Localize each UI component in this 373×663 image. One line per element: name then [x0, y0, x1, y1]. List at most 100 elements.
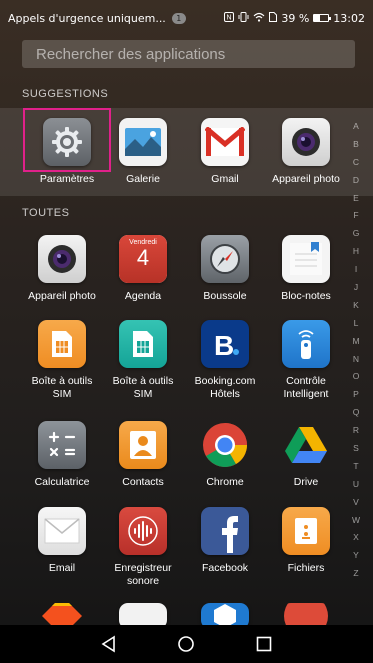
app-calculatrice[interactable]: Calculatrice — [22, 421, 102, 489]
alphabet-letter[interactable]: X — [353, 529, 359, 547]
app-galerie[interactable]: Galerie — [103, 118, 183, 186]
app-label: Agenda — [124, 290, 162, 302]
alphabet-letter[interactable]: V — [353, 494, 359, 512]
calendar-day-number: 4 — [136, 245, 150, 270]
alphabet-letter[interactable]: Q — [353, 404, 360, 422]
app-agenda[interactable]: Vendredi 4 Agenda — [103, 235, 183, 303]
app-label: Booking.com Hôtels — [194, 375, 256, 400]
alphabet-letter[interactable]: J — [354, 279, 358, 297]
app-label: Facebook — [201, 562, 249, 574]
section-label-all: TOUTES — [22, 207, 70, 219]
app-drive[interactable]: Drive — [266, 421, 346, 489]
alphabet-letter[interactable]: P — [353, 386, 359, 404]
booking-icon: B — [201, 320, 249, 368]
recents-icon[interactable] — [252, 632, 276, 656]
navigation-bar — [0, 625, 373, 663]
clock: 13:02 — [333, 11, 365, 25]
app-label: Appareil photo — [28, 290, 96, 302]
compass-icon — [201, 235, 249, 283]
app-controle-intelligent[interactable]: Contrôle Intelligent — [266, 320, 346, 401]
gallery-icon — [119, 118, 167, 166]
search-input[interactable]: Rechercher des applications — [22, 40, 355, 68]
alphabet-letter[interactable]: T — [353, 458, 358, 476]
app-label: Contacts — [122, 476, 164, 488]
calculator-icon — [38, 421, 86, 469]
facebook-icon — [201, 507, 249, 555]
search-placeholder: Rechercher des applications — [36, 45, 226, 63]
app-label: Galerie — [126, 173, 160, 185]
notepad-icon — [282, 235, 330, 283]
app-label: Appareil photo — [272, 173, 340, 185]
app-fichiers[interactable]: Fichiers — [266, 507, 346, 575]
app-boite-outils-sim-2[interactable]: Boîte à outils SIM — [103, 320, 183, 401]
app-bloc-notes[interactable]: Bloc-notes — [266, 235, 346, 303]
app-label: Boîte à outils SIM — [112, 375, 174, 400]
remote-icon — [282, 320, 330, 368]
app-label: Calculatrice — [34, 476, 90, 488]
sim-toolkit-icon — [119, 320, 167, 368]
app-facebook[interactable]: Facebook — [185, 507, 265, 575]
app-enregistreur-sonore[interactable]: Enregistreur sonore — [103, 507, 183, 588]
alphabet-letter[interactable]: N — [353, 351, 359, 369]
camera-icon — [282, 118, 330, 166]
svg-text:B: B — [214, 330, 234, 361]
home-icon[interactable] — [174, 632, 198, 656]
recorder-icon — [119, 507, 167, 555]
app-label: Contrôle Intelligent — [283, 375, 329, 400]
nfc-icon: N — [224, 11, 235, 25]
app-label: Boussole — [203, 290, 247, 302]
app-appareil-photo[interactable]: Appareil photo — [22, 235, 102, 303]
battery-icon — [313, 14, 332, 22]
alphabet-letter[interactable]: I — [355, 261, 357, 279]
alphabet-letter[interactable]: U — [353, 476, 359, 494]
alphabet-letter[interactable]: A — [353, 118, 359, 136]
wifi-icon — [253, 12, 265, 25]
chrome-icon — [201, 421, 249, 469]
status-bar: Appels d'urgence uniquem... 1 N 39 % 13:… — [0, 0, 373, 36]
app-gmail[interactable]: Gmail — [185, 118, 265, 186]
alphabet-letter[interactable]: G — [353, 225, 360, 243]
alphabet-letter[interactable]: C — [353, 154, 359, 172]
email-icon — [38, 507, 86, 555]
alphabet-letter[interactable]: K — [353, 297, 359, 315]
app-label: Enregistreur sonore — [114, 562, 172, 587]
app-label: Email — [48, 562, 76, 574]
app-booking[interactable]: B Booking.com Hôtels — [185, 320, 265, 401]
alphabet-letter[interactable]: E — [353, 190, 359, 208]
drive-icon — [282, 421, 330, 469]
camera-icon — [38, 235, 86, 283]
sim-toolkit-icon — [38, 320, 86, 368]
app-label: Bloc-notes — [281, 290, 331, 302]
files-icon — [282, 507, 330, 555]
alphabet-letter[interactable]: H — [353, 243, 359, 261]
sim-icon — [269, 11, 278, 25]
alphabet-letter[interactable]: M — [352, 333, 359, 351]
app-email[interactable]: Email — [22, 507, 102, 575]
app-contacts[interactable]: Contacts — [103, 421, 183, 489]
alphabet-letter[interactable]: R — [353, 422, 359, 440]
selection-highlight — [23, 108, 111, 172]
battery-percentage: 39 % — [281, 11, 310, 25]
calendar-icon: Vendredi 4 — [119, 235, 167, 283]
app-chrome[interactable]: Chrome — [185, 421, 265, 489]
app-label: Boîte à outils SIM — [31, 375, 93, 400]
alphabet-letter[interactable]: O — [353, 368, 360, 386]
alphabet-letter[interactable]: Z — [353, 565, 358, 583]
app-label: Fichiers — [287, 562, 325, 574]
alphabet-letter[interactable]: B — [353, 136, 359, 154]
alphabet-letter[interactable]: F — [353, 207, 358, 225]
app-boussole[interactable]: Boussole — [185, 235, 265, 303]
back-icon[interactable] — [97, 632, 121, 656]
vibrate-icon — [238, 11, 249, 25]
app-label: Drive — [293, 476, 319, 488]
svg-text:N: N — [227, 14, 232, 21]
app-appareil-photo-suggest[interactable]: Appareil photo — [266, 118, 346, 186]
alphabet-letter[interactable]: S — [353, 440, 359, 458]
alphabet-letter[interactable]: D — [353, 172, 359, 190]
app-label: Chrome — [206, 476, 244, 488]
alphabet-index[interactable]: ABCDEFGHIJKLMNOPQRSTUVWXYZ — [350, 118, 362, 583]
alphabet-letter[interactable]: Y — [353, 547, 359, 565]
alphabet-letter[interactable]: W — [352, 512, 360, 530]
alphabet-letter[interactable]: L — [354, 315, 359, 333]
app-boite-outils-sim-1[interactable]: Boîte à outils SIM — [22, 320, 102, 401]
